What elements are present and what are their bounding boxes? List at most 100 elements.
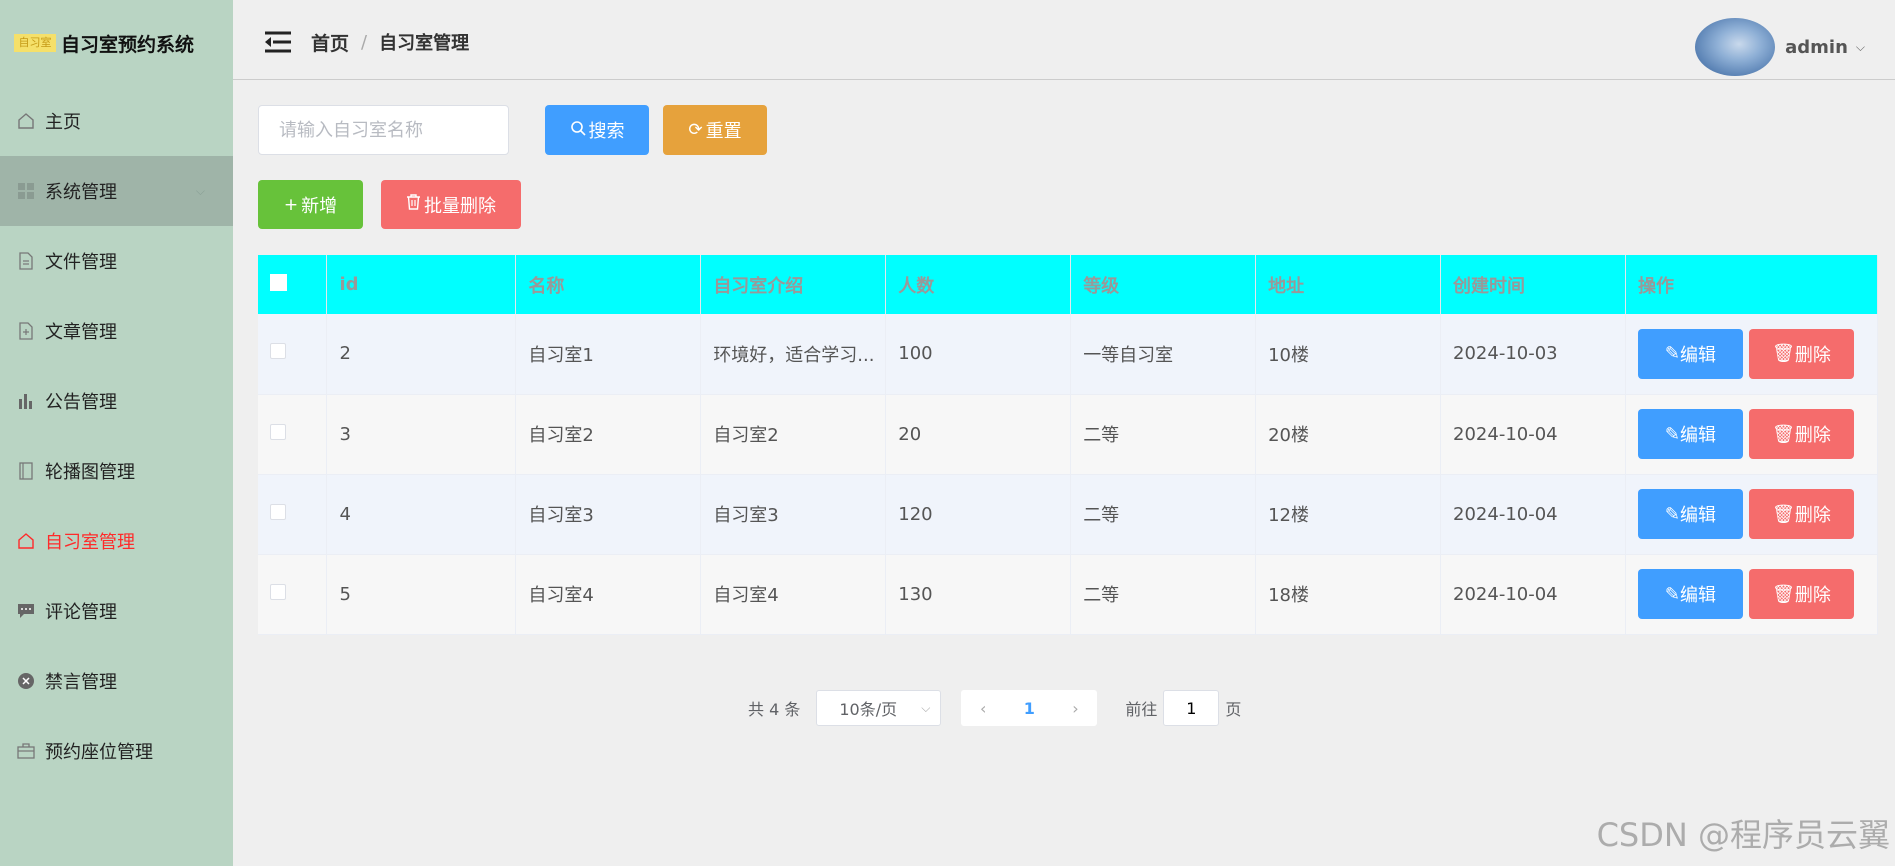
home-icon [14, 109, 38, 133]
sidebar-item-system[interactable]: 系统管理 ⌵ [0, 156, 233, 226]
cell-id: 3 [326, 394, 517, 475]
sidebar-item-label: 文章管理 [45, 322, 117, 343]
notebook-icon [14, 459, 38, 483]
edit-button-label: 编辑 [1680, 585, 1717, 606]
next-page-icon[interactable]: › [1072, 699, 1078, 718]
edit-button[interactable]: ✎ 编辑 [1637, 328, 1743, 379]
avatar[interactable] [1695, 18, 1776, 76]
edit-button[interactable]: ✎ 编辑 [1637, 409, 1743, 459]
row-checkbox[interactable] [270, 503, 286, 520]
cell-intro: 环境好，适合学习... [700, 314, 887, 395]
chevron-down-icon: ⌵ [195, 183, 205, 198]
cell-count: 20 [885, 394, 1072, 475]
sidebar-item-seat-booking[interactable]: 预约座位管理 [0, 716, 233, 786]
cell-intro: 自习室2 [700, 394, 887, 475]
sidebar-item-label: 自习室管理 [45, 532, 135, 553]
edit-icon: ✎ [1664, 503, 1681, 525]
sidebar-item-label: 预约座位管理 [45, 742, 153, 763]
refresh-icon: ⟳ [688, 120, 703, 140]
sidebar-item-label: 系统管理 [45, 182, 117, 203]
row-checkbox[interactable] [270, 423, 286, 440]
page-size-value: 10条/页 [839, 700, 898, 719]
sidebar-item-comments[interactable]: 评论管理 [0, 576, 233, 646]
sidebar-item-home[interactable]: 主页 [0, 86, 233, 156]
table-row: 2 自习室1 环境好，适合学习... 100 一等自习室 10楼 2024-10… [258, 314, 1879, 395]
column-header: 地址 [1255, 255, 1442, 314]
column-header: 创建时间 [1440, 255, 1626, 314]
delete-button[interactable]: 🗑 删除 [1748, 409, 1854, 459]
sidebar-item-studyroom[interactable]: 自习室管理 [0, 506, 233, 576]
cell-address: 12楼 [1255, 474, 1442, 555]
edit-button-label: 编辑 [1680, 344, 1717, 366]
chevron-down-icon[interactable]: ⌵ [1856, 40, 1865, 55]
add-button-label: 新增 [301, 195, 338, 217]
collapse-menu-icon[interactable] [263, 30, 293, 54]
table-row: 5 自习室4 自习室4 130 二等 18楼 2024-10-04 ✎ 编辑 🗑 删除 [258, 554, 1879, 635]
cell-created: 2024-10-04 [1440, 554, 1626, 635]
trash-icon: 🗑 [1772, 343, 1795, 365]
cell-name: 自习室1 [515, 314, 702, 395]
row-checkbox[interactable] [270, 583, 286, 600]
cell-address: 10楼 [1255, 314, 1442, 395]
column-header: 人数 [885, 255, 1072, 314]
home-icon [14, 529, 38, 553]
search-icon [570, 120, 586, 141]
user-menu[interactable]: admin ⌵ [1695, 18, 1865, 76]
username[interactable]: admin [1785, 37, 1848, 58]
search-button-label: 搜索 [588, 121, 625, 142]
page-suffix: 页 [1225, 700, 1242, 719]
sidebar: 自习室 自习室预约系统 主页 系统管理 ⌵ 文件管理 文章管理 公告管理 轮播图… [0, 0, 233, 866]
sidebar-item-carousel[interactable]: 轮播图管理 [0, 436, 233, 506]
cell-id: 2 [326, 314, 517, 395]
sidebar-item-notices[interactable]: 公告管理 [0, 366, 233, 436]
row-select-cell[interactable] [258, 474, 328, 555]
table-header-row: id 名称 自习室介绍 人数 等级 地址 创建时间 操作 [258, 255, 1879, 314]
row-checkbox[interactable] [270, 343, 286, 360]
search-input[interactable] [258, 105, 509, 155]
cell-actions: ✎ 编辑 🗑 删除 [1625, 314, 1879, 395]
select-all-cell[interactable] [258, 255, 328, 314]
breadcrumb-separator: / [361, 31, 368, 53]
select-all-checkbox[interactable] [270, 273, 287, 291]
sidebar-item-files[interactable]: 文件管理 [0, 226, 233, 296]
add-button[interactable]: + 新增 [258, 180, 363, 229]
delete-button[interactable]: 🗑 删除 [1748, 328, 1854, 379]
reset-button[interactable]: ⟳ 重置 [663, 105, 767, 155]
cell-intro: 自习室3 [700, 474, 887, 555]
cell-name: 自习室3 [515, 474, 702, 555]
delete-button-label: 删除 [1794, 505, 1831, 526]
edit-button[interactable]: ✎ 编辑 [1637, 569, 1743, 619]
trash-icon [406, 194, 421, 215]
row-select-cell[interactable] [258, 554, 328, 635]
row-select-cell[interactable] [258, 394, 328, 475]
delete-button[interactable]: 🗑 删除 [1748, 569, 1854, 619]
prev-page-icon[interactable]: ‹ [980, 699, 986, 718]
table-row: 4 自习室3 自习室3 120 二等 12楼 2024-10-04 ✎ 编辑 🗑 删除 [258, 474, 1879, 555]
edit-icon: ✎ [1664, 343, 1681, 365]
page-number-current[interactable]: 1 [1024, 699, 1035, 718]
goto-page-input[interactable] [1163, 690, 1220, 726]
circle-close-icon [14, 669, 38, 693]
edit-button[interactable]: ✎ 编辑 [1637, 489, 1743, 539]
page-navigator: ‹ 1 › [961, 690, 1098, 726]
page-size-select[interactable]: 10条/页 ⌵ [816, 690, 942, 726]
logo-image: 自习室 [14, 34, 56, 52]
sidebar-item-articles[interactable]: 文章管理 [0, 296, 233, 366]
sidebar-item-mute[interactable]: 禁言管理 [0, 646, 233, 716]
row-select-cell[interactable] [258, 314, 328, 395]
search-button[interactable]: 搜索 [545, 105, 649, 155]
grid-icon [14, 179, 38, 203]
batch-delete-button[interactable]: 批量删除 [381, 180, 521, 229]
goto-label: 前往 [1125, 700, 1158, 719]
cell-address: 20楼 [1255, 394, 1442, 475]
delete-button[interactable]: 🗑 删除 [1748, 489, 1854, 539]
plus-icon: + [283, 194, 299, 215]
sidebar-item-label: 评论管理 [45, 602, 117, 623]
cell-count: 130 [885, 554, 1072, 635]
breadcrumb-home[interactable]: 首页 [311, 29, 349, 56]
logo: 自习室 自习室预约系统 [0, 0, 233, 86]
app-title: 自习室预约系统 [61, 33, 195, 56]
cell-created: 2024-10-04 [1440, 474, 1626, 555]
pagination-total: 共 4 条 [748, 700, 801, 719]
top-header: 首页 / 自习室管理 admin ⌵ [233, 5, 1895, 80]
